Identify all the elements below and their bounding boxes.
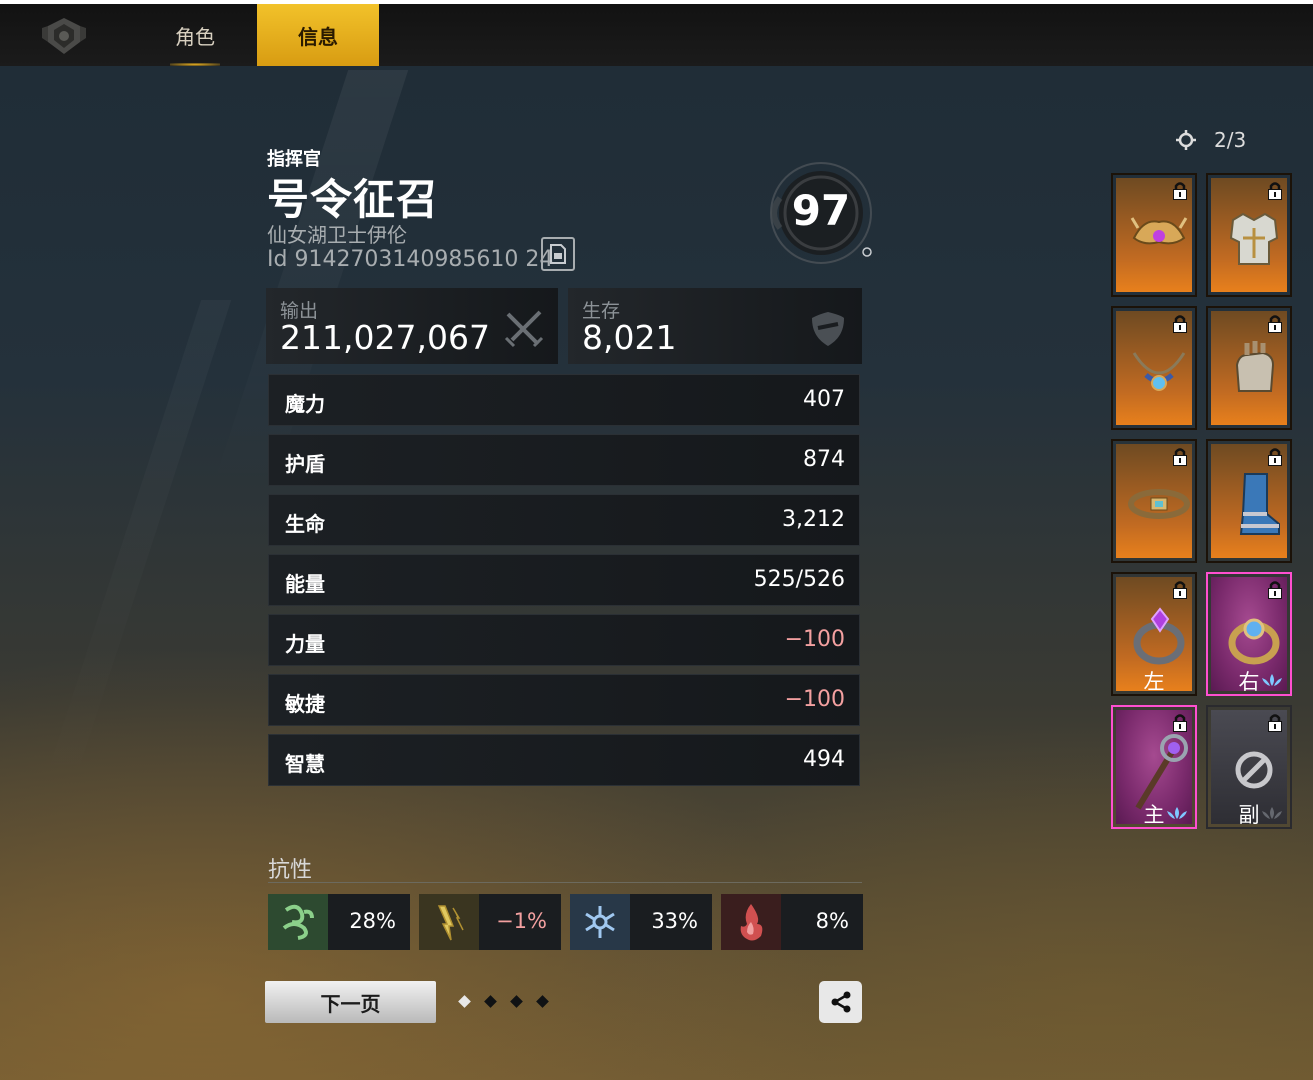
wind-resist-icon bbox=[268, 894, 328, 950]
commander-name: 号令征召 bbox=[267, 175, 440, 224]
resistance-lightning: −1% bbox=[419, 894, 561, 950]
stat-label: 敏捷 bbox=[285, 692, 325, 716]
resistance-value: 8% bbox=[815, 909, 849, 933]
stat-row-health: 生命 3,212 bbox=[268, 494, 860, 546]
necklace-icon bbox=[1132, 352, 1186, 391]
background-decoration bbox=[38, 300, 232, 800]
ring-icon bbox=[1133, 607, 1185, 665]
empty-slot-icon bbox=[1235, 751, 1273, 789]
stat-row-magic: 魔力 407 bbox=[268, 374, 860, 426]
lock-icon bbox=[1173, 182, 1187, 200]
stat-label: 能量 bbox=[285, 572, 325, 596]
share-button[interactable] bbox=[819, 981, 862, 1023]
stat-label: 护盾 bbox=[285, 452, 325, 476]
commander-id: Id 9142703140985610 24 bbox=[267, 247, 554, 272]
page-indicator-dot-3[interactable] bbox=[510, 995, 523, 1008]
resistance-wind: 28% bbox=[268, 894, 410, 950]
output-value: 211,027,067 bbox=[280, 318, 490, 357]
gear-slot-armor[interactable] bbox=[1206, 173, 1292, 297]
resistance-value: −1% bbox=[496, 909, 547, 933]
shield-icon bbox=[812, 312, 844, 346]
resistance-frost: 33% bbox=[570, 894, 712, 950]
copy-id-button[interactable] bbox=[541, 237, 575, 271]
gear-slot-necklace[interactable] bbox=[1111, 306, 1197, 430]
resistance-fire: 8% bbox=[721, 894, 863, 950]
background-decoration bbox=[211, 70, 409, 490]
gear-slot-gloves[interactable] bbox=[1206, 306, 1292, 430]
stat-label: 智慧 bbox=[285, 752, 325, 776]
armor-icon bbox=[1229, 212, 1279, 265]
gloves-icon bbox=[1235, 341, 1275, 392]
gear-slot-ring-left[interactable]: 左 bbox=[1111, 572, 1197, 696]
resistance-value: 28% bbox=[349, 909, 396, 933]
page-indicator-dot-4[interactable] bbox=[536, 995, 549, 1008]
crossed-swords-icon bbox=[504, 310, 544, 348]
target-icon bbox=[1176, 130, 1196, 150]
lock-icon bbox=[1268, 182, 1282, 200]
stat-value: −100 bbox=[784, 627, 845, 652]
next-page-button[interactable]: 下一页 bbox=[265, 981, 436, 1023]
stat-label: 力量 bbox=[285, 632, 325, 656]
stat-value: 3,212 bbox=[782, 507, 845, 532]
lightning-resist-icon bbox=[419, 894, 479, 950]
lock-icon bbox=[1268, 315, 1282, 333]
lock-icon bbox=[1173, 714, 1187, 732]
level-badge: 97 bbox=[760, 158, 882, 268]
lock-icon bbox=[1268, 448, 1282, 466]
survival-stat-panel: 生存 8,021 bbox=[568, 288, 862, 364]
stat-row-wisdom: 智慧 494 bbox=[268, 734, 860, 786]
gear-slot-ring-right[interactable]: 右 bbox=[1206, 572, 1292, 696]
slot-side-label: 右 bbox=[1238, 670, 1260, 694]
stat-row-energy: 能量 525/526 bbox=[268, 554, 860, 606]
gear-slot-main-weapon[interactable]: 主 bbox=[1111, 705, 1197, 829]
resistance-title: 抗性 bbox=[268, 858, 313, 883]
survival-value: 8,021 bbox=[582, 318, 677, 357]
commander-subtitle: 仙女湖卫士伊伦 bbox=[267, 223, 407, 247]
stat-value: 407 bbox=[803, 387, 845, 412]
gear-preset-value: 2/3 bbox=[1214, 128, 1247, 152]
output-stat-panel: 输出 211,027,067 bbox=[266, 288, 558, 364]
staff-icon bbox=[1135, 734, 1188, 810]
belt-icon bbox=[1128, 489, 1190, 519]
gear-preset-selector[interactable]: 2/3 bbox=[1176, 128, 1246, 152]
tab-character[interactable]: 角色 bbox=[135, 4, 255, 66]
tab-info[interactable]: 信息 bbox=[257, 4, 379, 66]
stat-value: 525/526 bbox=[753, 567, 845, 592]
stat-value: 874 bbox=[803, 447, 845, 472]
gear-slot-helmet[interactable] bbox=[1111, 173, 1197, 297]
fire-resist-icon bbox=[721, 894, 781, 950]
lock-icon bbox=[1173, 581, 1187, 599]
page-indicator-dot-2[interactable] bbox=[484, 995, 497, 1008]
gear-slot-off-hand[interactable]: 副 bbox=[1206, 705, 1292, 829]
slot-side-label: 主 bbox=[1143, 803, 1165, 827]
slot-side-label: 左 bbox=[1143, 670, 1165, 694]
level-value: 97 bbox=[791, 186, 851, 235]
guild-emblem-icon bbox=[40, 14, 88, 58]
stat-value: 494 bbox=[803, 747, 845, 772]
ring-icon bbox=[1228, 618, 1280, 665]
page-indicator-dot-1[interactable] bbox=[458, 995, 471, 1008]
stat-label: 生命 bbox=[285, 512, 325, 536]
share-icon bbox=[831, 991, 850, 1013]
boots-icon bbox=[1239, 473, 1280, 535]
slot-side-label: 副 bbox=[1238, 803, 1260, 827]
lock-icon bbox=[1268, 581, 1282, 599]
gear-slot-boots[interactable] bbox=[1206, 439, 1292, 563]
stat-value: −100 bbox=[784, 687, 845, 712]
lock-icon bbox=[1173, 315, 1187, 333]
frost-resist-icon bbox=[570, 894, 630, 950]
stat-label: 魔力 bbox=[285, 392, 325, 416]
stat-row-agility: 敏捷 −100 bbox=[268, 674, 860, 726]
stat-row-strength: 力量 −100 bbox=[268, 614, 860, 666]
divider bbox=[268, 882, 862, 883]
gear-slot-belt[interactable] bbox=[1111, 439, 1197, 563]
resistance-value: 33% bbox=[651, 909, 698, 933]
lock-icon bbox=[1268, 714, 1282, 732]
lock-icon bbox=[1173, 448, 1187, 466]
copy-icon bbox=[550, 244, 566, 264]
stat-row-shield: 护盾 874 bbox=[268, 434, 860, 486]
helmet-icon bbox=[1130, 217, 1188, 245]
top-nav-bar: 角色 信息 bbox=[0, 4, 1313, 66]
